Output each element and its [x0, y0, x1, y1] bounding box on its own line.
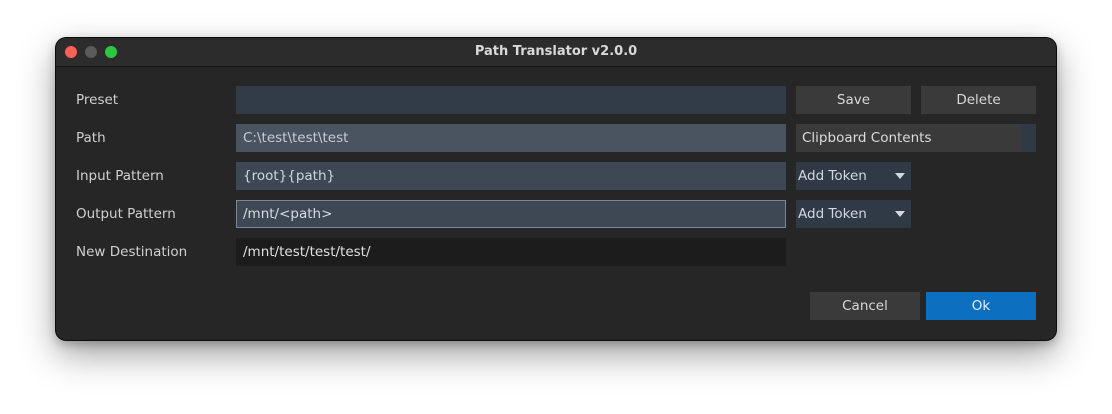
path-translator-window: Path Translator v2.0.0 Preset Save Delet… [56, 38, 1056, 340]
window-title: Path Translator v2.0.0 [474, 44, 638, 59]
cancel-button[interactable]: Cancel [810, 292, 920, 320]
path-field[interactable] [236, 124, 786, 152]
title-bar[interactable]: Path Translator v2.0.0 [56, 38, 1056, 67]
new-destination-field[interactable] [236, 238, 786, 266]
preset-label: Preset [76, 92, 119, 108]
caret-down-icon [891, 200, 911, 228]
path-label: Path [76, 130, 106, 146]
clipboard-contents-label: Clipboard Contents [802, 130, 932, 146]
output-add-token-dropdown[interactable]: Add Token [796, 200, 911, 228]
delete-button[interactable]: Delete [921, 86, 1036, 114]
input-pattern-field[interactable] [236, 162, 786, 190]
preset-field[interactable] [236, 86, 786, 114]
input-add-token-dropdown[interactable]: Add Token [796, 162, 911, 190]
clipboard-scroll-handle[interactable] [1021, 124, 1036, 152]
ok-button[interactable]: Ok [926, 292, 1036, 320]
clipboard-contents-button[interactable]: Clipboard Contents [796, 124, 1036, 152]
caret-down-icon [891, 162, 911, 190]
input-add-token-label: Add Token [798, 168, 867, 184]
save-button[interactable]: Save [796, 86, 911, 114]
output-add-token-label: Add Token [798, 206, 867, 222]
output-pattern-field[interactable] [236, 200, 786, 228]
new-destination-label: New Destination [76, 244, 188, 260]
output-pattern-label: Output Pattern [76, 206, 176, 222]
input-pattern-label: Input Pattern [76, 168, 164, 184]
